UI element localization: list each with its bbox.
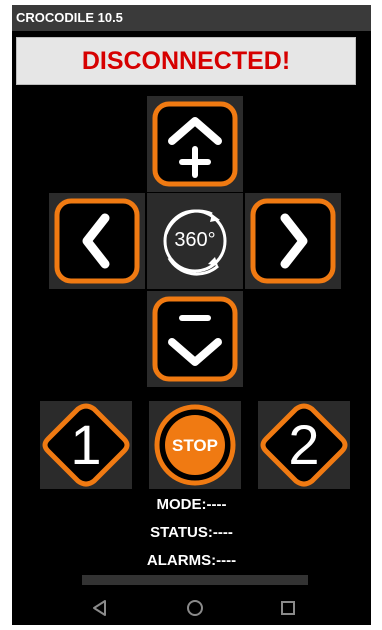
preset-2-label: 2 (288, 413, 320, 476)
app-screen: CROCODILE 10.5 DISCONNECTED! 360° 1 STOP… (12, 5, 371, 625)
up-button[interactable] (152, 101, 238, 187)
app-title: CROCODILE 10.5 (16, 10, 123, 25)
left-button[interactable] (54, 198, 140, 284)
chevron-down-minus-icon (152, 296, 238, 382)
chevron-right-icon (250, 198, 336, 284)
rotate-label: 360° (174, 229, 216, 251)
back-button[interactable] (90, 598, 110, 618)
preset-2-button[interactable]: 2 (260, 403, 348, 487)
title-bar: CROCODILE 10.5 (12, 5, 371, 31)
stop-label: STOP (172, 436, 218, 455)
alarms-text: ALARMS:---- (146, 552, 237, 569)
chevron-left-icon (54, 198, 140, 284)
recent-square-icon (281, 601, 295, 615)
chevron-up-plus-icon (152, 101, 238, 187)
back-triangle-icon (93, 600, 106, 616)
connection-status-text: DISCONNECTED! (81, 46, 291, 75)
scrolled-content-edge (82, 575, 308, 585)
recent-apps-button[interactable] (278, 598, 298, 618)
mode-text: MODE:---- (156, 496, 227, 513)
preset-1-label: 1 (70, 413, 102, 476)
connection-status-banner: DISCONNECTED! (16, 37, 356, 85)
home-button[interactable] (185, 598, 205, 618)
down-button[interactable] (152, 296, 238, 382)
status-text: STATUS:---- (150, 524, 233, 541)
stop-button[interactable]: STOP (151, 403, 239, 487)
home-circle-icon (187, 600, 203, 616)
rotate-360-button[interactable]: 360° (152, 198, 238, 284)
system-nav-bar (12, 590, 371, 625)
right-button[interactable] (250, 198, 336, 284)
preset-1-button[interactable]: 1 (42, 403, 130, 487)
